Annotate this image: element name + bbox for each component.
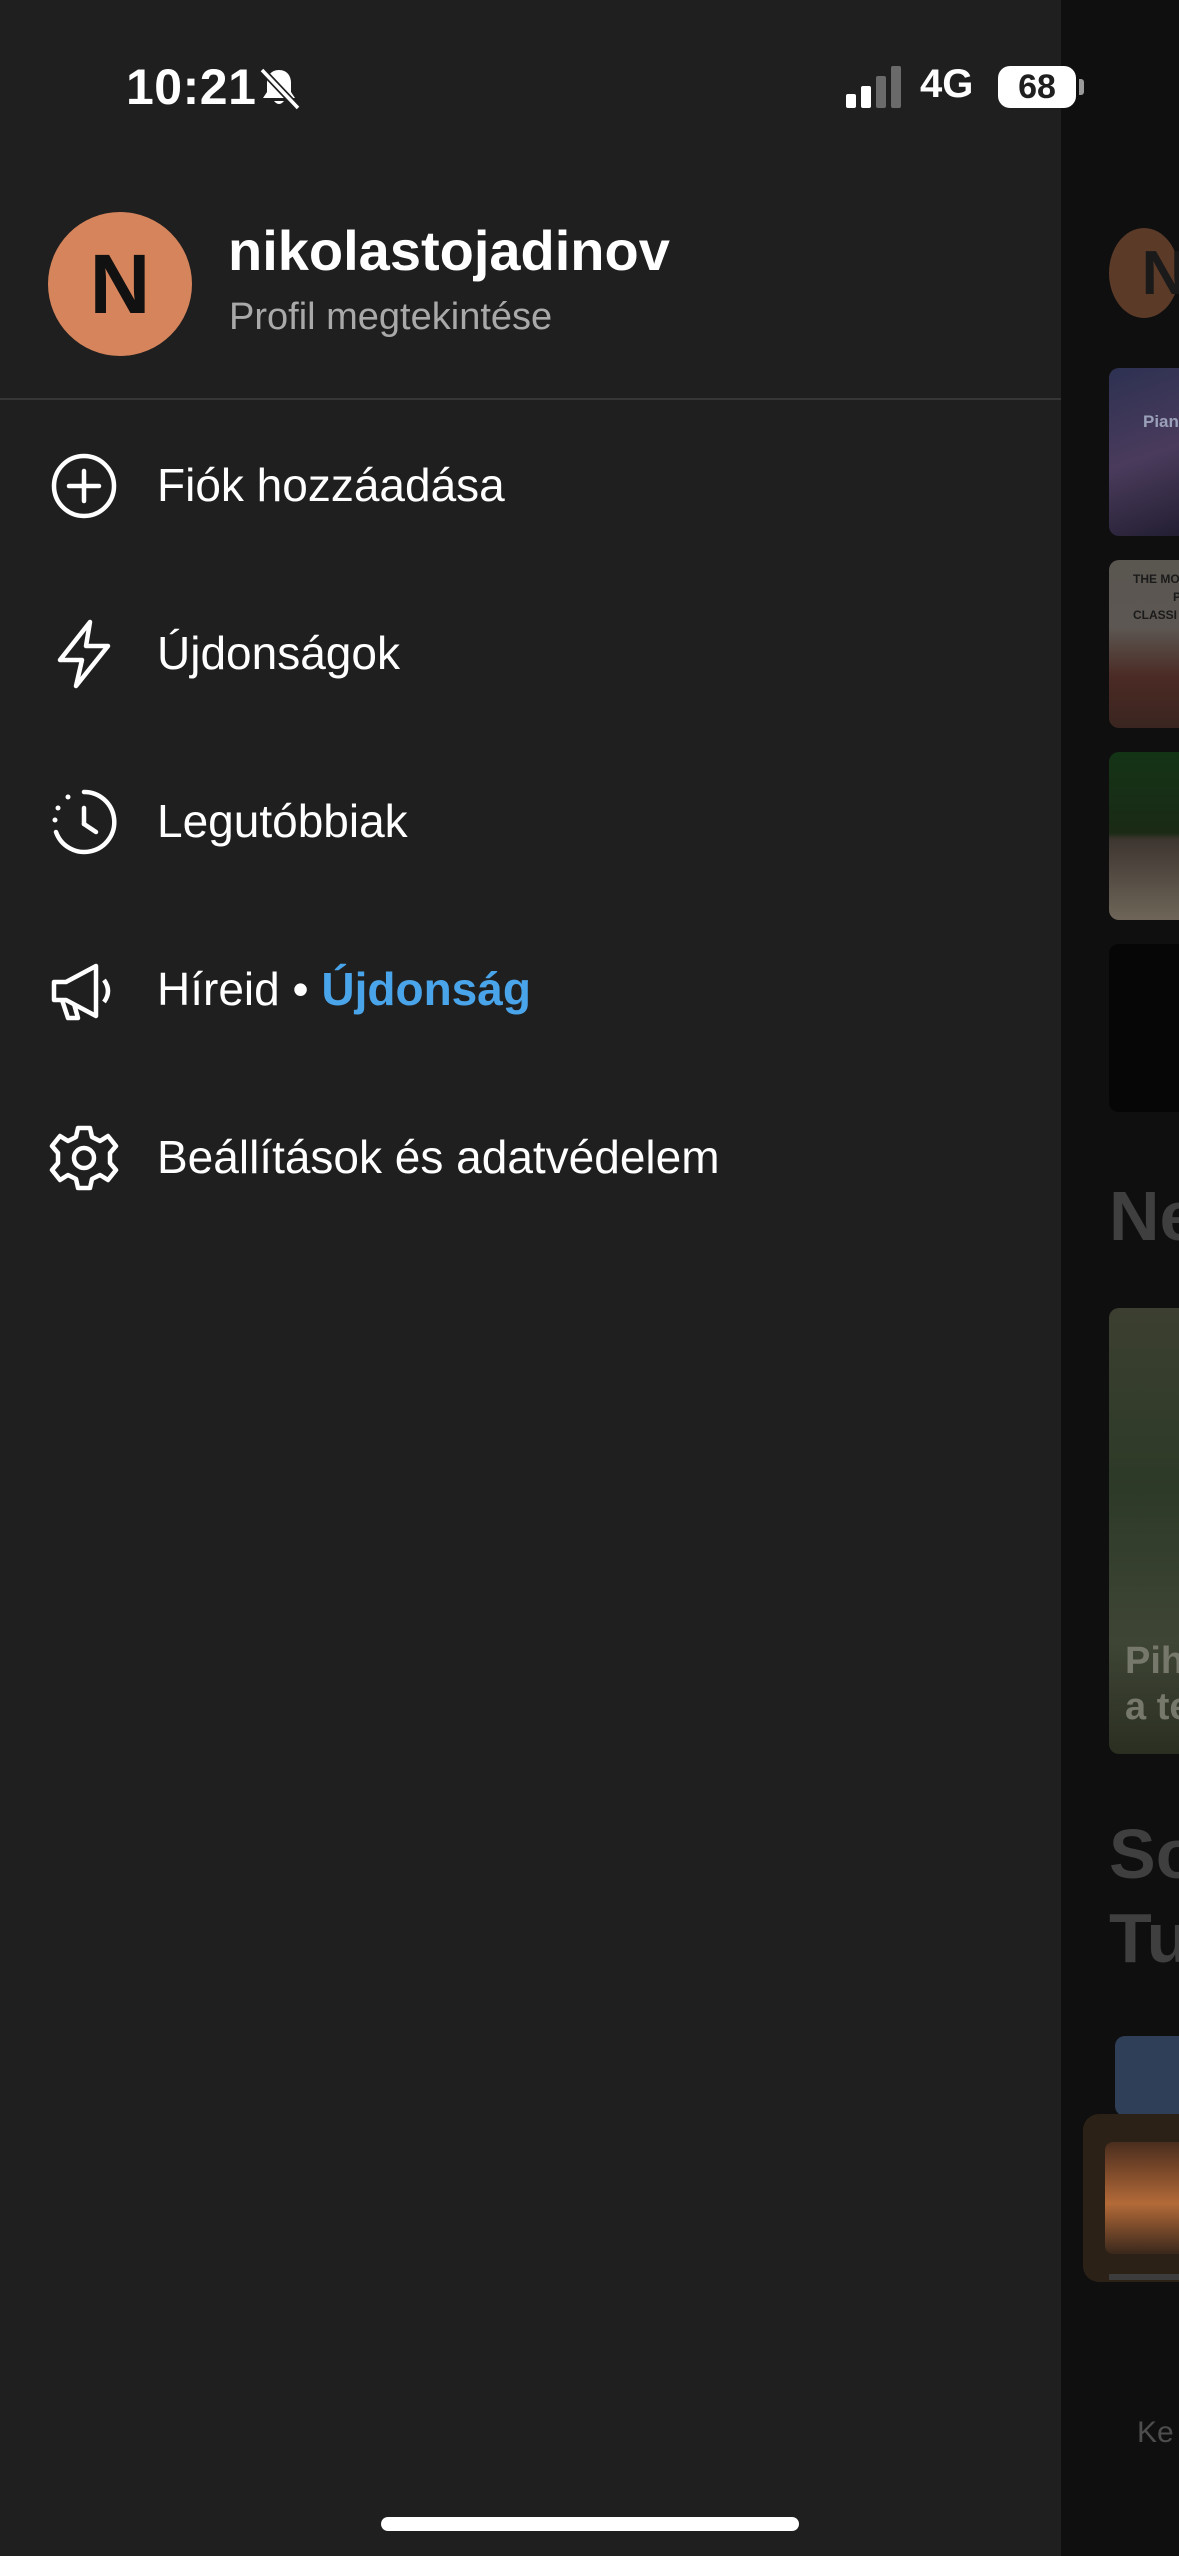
menu-item-label: Beállítások és adatvédelem (157, 1131, 720, 1183)
avatar-initial: N (89, 236, 151, 331)
battery-level: 68 (1018, 68, 1056, 106)
tile-text: P (1173, 590, 1179, 604)
menu-item-label: Fiók hozzáadása (157, 459, 505, 511)
view-profile-link[interactable]: Profil megtekintése (229, 296, 552, 339)
background-section-heading-2: So Tu (1109, 1812, 1179, 1980)
mini-player-art (1105, 2142, 1179, 2254)
menu-item-settings[interactable]: Beállítások és adatvédelem (0, 1104, 1061, 1214)
background-tile-playlist (1109, 752, 1179, 920)
side-drawer: 10:21 4G 68 N nikolastojadinov Profil me… (0, 0, 1084, 2556)
menu-item-label: Legutóbbiak (157, 795, 408, 847)
menu-item-recents[interactable]: Legutóbbiak (0, 768, 1061, 878)
background-section-heading: Ne (1109, 1177, 1179, 1255)
background-tile-forest: Piha te (1109, 1308, 1179, 1754)
menu-item-add-account[interactable]: Fiók hozzáadása (0, 432, 1061, 542)
background-home-screen[interactable]: N Pian THE MO P CLASSI Ne Piha te So Tu … (1061, 0, 1179, 2556)
lightning-icon (57, 619, 111, 689)
background-tile-dark (1109, 944, 1179, 1112)
home-indicator[interactable] (381, 2517, 799, 2531)
settings-gear-icon (49, 1125, 119, 1191)
background-tile-blue (1115, 2036, 1179, 2116)
heading-line: So (1109, 1815, 1179, 1893)
status-time: 10:21 (126, 59, 257, 115)
menu-item-label: Híreid • Újdonság (157, 962, 531, 1016)
background-avatar-initial: N (1141, 238, 1179, 308)
tile-text: a te (1125, 1686, 1179, 1728)
tile-text: CLASSI (1133, 608, 1178, 622)
signal-strength-icon (846, 66, 901, 108)
background-tile-classical: THE MO P CLASSI (1109, 560, 1179, 728)
avatar[interactable]: N (48, 212, 192, 356)
tile-text: Pih (1125, 1640, 1179, 1682)
background-avatar: N (1109, 228, 1179, 318)
heading-line: Tu (1109, 1899, 1179, 1977)
tile-text: Pian (1143, 412, 1179, 431)
battery-icon: 68 (998, 66, 1076, 108)
add-circle-icon (51, 453, 117, 519)
network-type: 4G (920, 62, 974, 106)
background-tab-label: Ke (1137, 2416, 1174, 2449)
tile-text: THE MO (1133, 572, 1179, 586)
separator: • (279, 963, 322, 1015)
profile-header[interactable]: N nikolastojadinov Profil megtekintése (48, 212, 1008, 360)
mini-player-progress (1109, 2274, 1179, 2280)
megaphone-icon (51, 963, 111, 1021)
mini-player (1083, 2114, 1179, 2282)
battery-cap (1079, 79, 1084, 95)
bell-muted-icon (259, 67, 301, 111)
username[interactable]: nikolastojadinov (228, 218, 670, 283)
divider (0, 398, 1061, 400)
menu-item-news[interactable]: Híreid • Újdonság (0, 936, 1061, 1046)
menu-item-whats-new[interactable]: Újdonságok (0, 600, 1061, 710)
menu-item-label: Újdonságok (157, 627, 400, 679)
recent-clock-icon (52, 789, 117, 855)
background-tile-piano: Pian (1109, 368, 1179, 536)
new-badge: Újdonság (321, 963, 531, 1015)
news-label: Híreid (157, 963, 280, 1015)
